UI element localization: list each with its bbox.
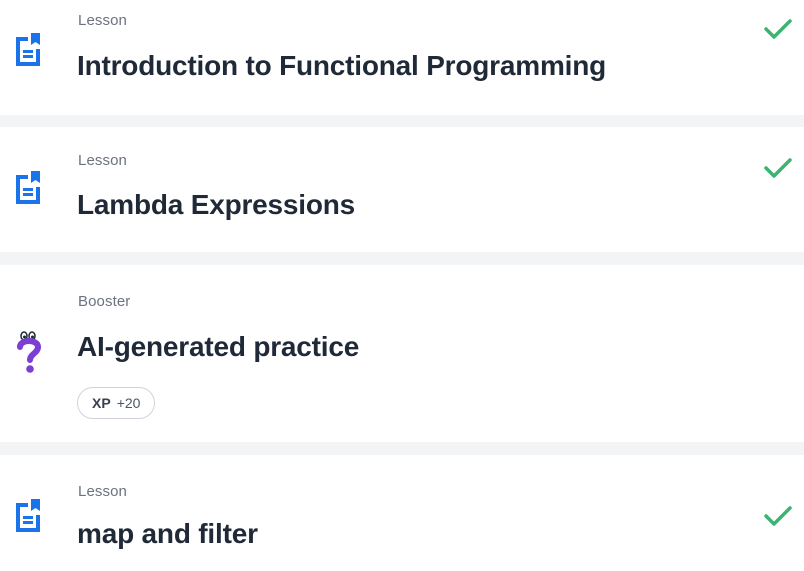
xp-value: +20 <box>116 395 141 411</box>
check-icon <box>764 158 792 178</box>
lesson-card[interactable]: Lesson Introduction to Functional Progra… <box>0 0 804 115</box>
lesson-document-icon <box>16 171 40 204</box>
xp-label: XP <box>92 395 111 411</box>
booster-card[interactable]: Booster AI-generated practice XP +20 <box>0 265 804 442</box>
item-type-label: Lesson <box>78 152 127 169</box>
xp-badge: XP +20 <box>77 387 156 419</box>
lesson-document-icon <box>16 33 40 66</box>
item-type-label: Lesson <box>78 12 127 29</box>
item-type-label: Lesson <box>78 483 127 500</box>
lesson-document-icon <box>16 499 40 532</box>
check-icon <box>764 19 792 39</box>
item-title: Introduction to Functional Programming <box>77 50 607 81</box>
question-mark-icon <box>17 331 42 373</box>
lesson-card[interactable]: Lesson map and filter <box>0 455 804 571</box>
lesson-card[interactable]: Lesson Lambda Expressions <box>0 127 804 252</box>
check-icon <box>764 506 792 526</box>
item-title: map and filter <box>77 518 258 549</box>
item-type-label: Booster <box>78 293 131 310</box>
item-title: Lambda Expressions <box>77 189 356 220</box>
item-title: AI-generated practice <box>77 331 360 362</box>
